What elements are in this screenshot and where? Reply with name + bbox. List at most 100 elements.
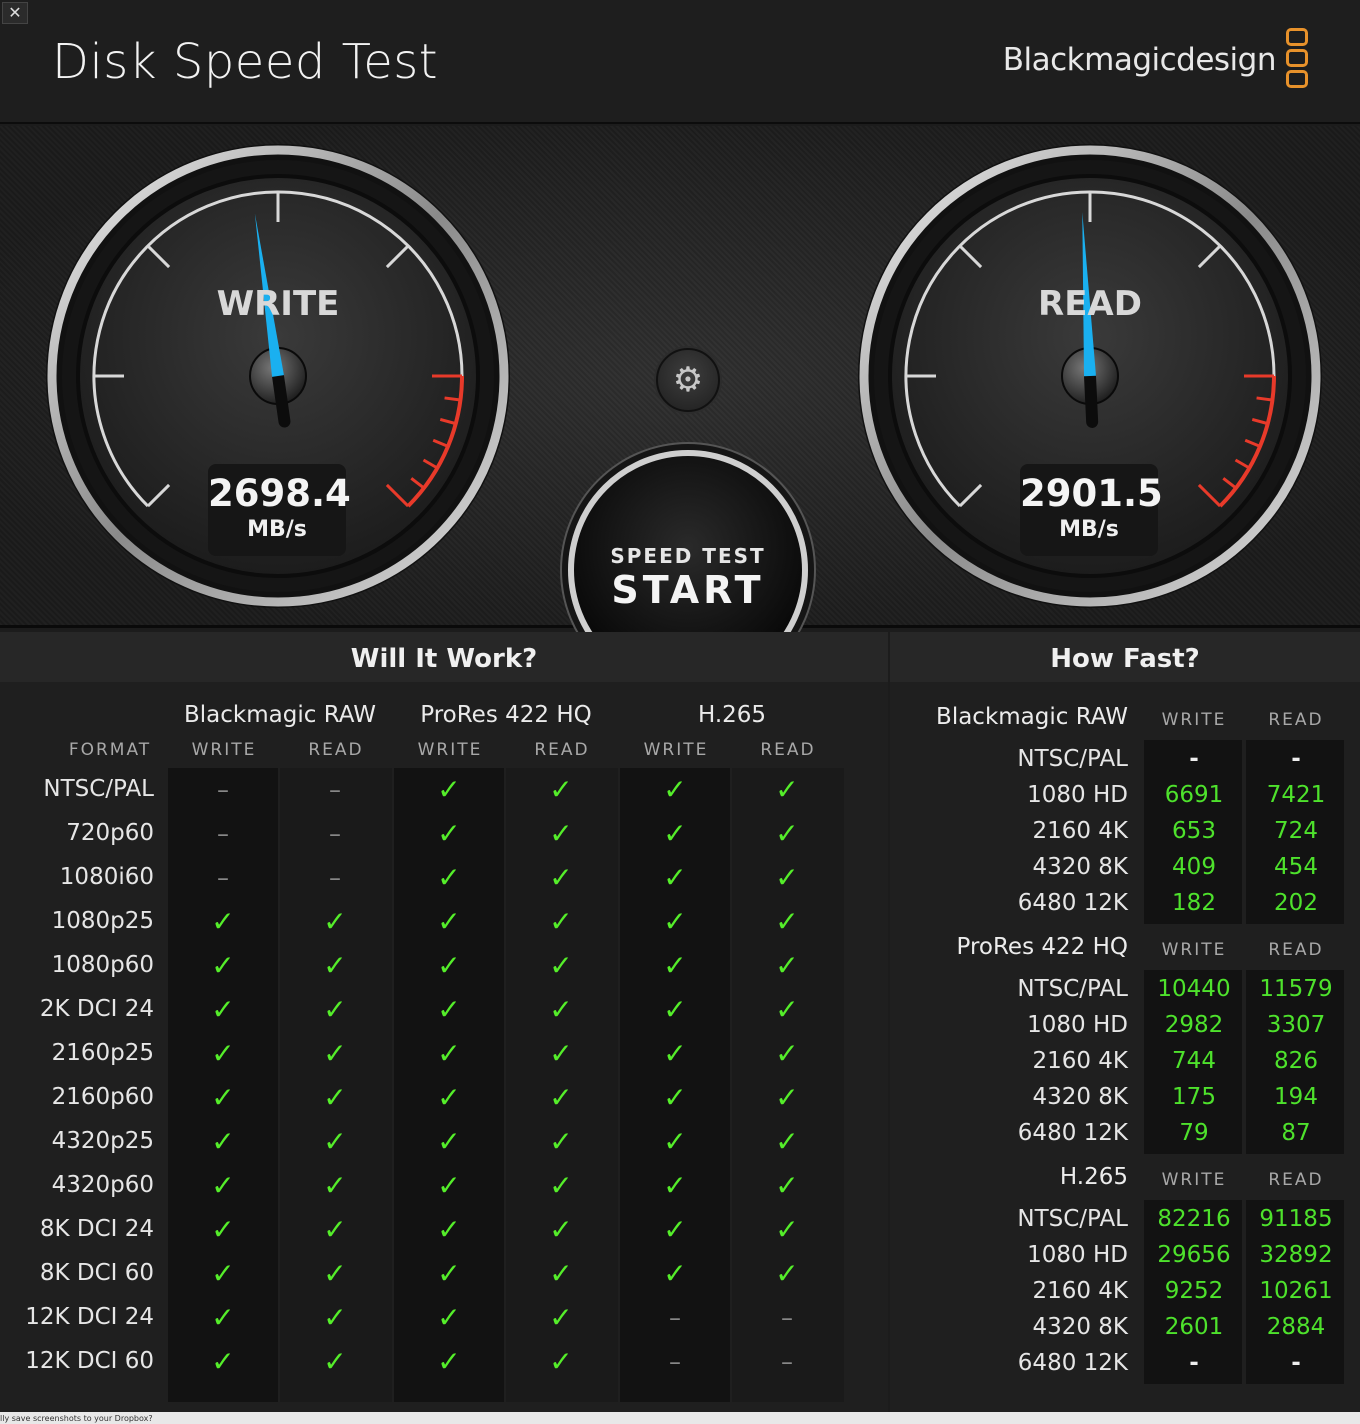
- write-fps-value: 2982: [1164, 1012, 1224, 1038]
- write-fps-value: 744: [1172, 1048, 1216, 1074]
- format-subheader: FORMAT: [68, 740, 152, 760]
- how-fast-row-label: 1080 HD: [1027, 1012, 1128, 1038]
- check-icon: ✓: [775, 1081, 799, 1114]
- check-icon: ✓: [663, 905, 687, 938]
- format-row-label: 2160p25: [51, 1040, 154, 1066]
- check-icon: ✓: [211, 949, 235, 982]
- write-fps-value: 175: [1172, 1084, 1216, 1110]
- check-icon: ✓: [663, 1081, 687, 1114]
- how-fast-row-label: 6480 12K: [1017, 890, 1128, 916]
- will-it-work-title: Will It Work?: [0, 632, 888, 682]
- how-fast-title: How Fast?: [890, 632, 1360, 682]
- check-icon: ✓: [211, 1257, 235, 1290]
- check-icon: ✓: [323, 1213, 347, 1246]
- write-needle-tail: [272, 370, 291, 428]
- settings-button[interactable]: ⚙: [656, 348, 720, 412]
- write-minor-tick: [444, 396, 461, 402]
- read-speed-unit: MB/s: [1059, 517, 1119, 542]
- app-title: Disk Speed Test: [52, 34, 439, 90]
- read-fps-value: 87: [1281, 1120, 1311, 1146]
- unsupported-dash-icon: –: [329, 820, 341, 848]
- check-icon: ✓: [211, 1169, 235, 1202]
- format-row-label: 1080i60: [59, 864, 154, 890]
- check-icon: ✓: [211, 1081, 235, 1114]
- write-gauge: WRITE 2698.4 MB/s: [44, 142, 512, 610]
- how-fast-codec-header: H.265: [1059, 1164, 1128, 1190]
- unsupported-dash-icon: –: [329, 864, 341, 892]
- read-fps-value: 3307: [1266, 1012, 1326, 1038]
- how-fast-row-label: 6480 12K: [1017, 1120, 1128, 1146]
- check-icon: ✓: [437, 1037, 461, 1070]
- read-fps-value: 7421: [1266, 782, 1326, 808]
- check-icon: ✓: [775, 993, 799, 1026]
- check-icon: ✓: [437, 1213, 461, 1246]
- check-icon: ✓: [775, 1125, 799, 1158]
- write-subheader: WRITE: [191, 740, 257, 760]
- unsupported-dash-icon: –: [669, 1348, 681, 1376]
- gear-icon: ⚙: [672, 360, 704, 400]
- format-row-label: 8K DCI 60: [39, 1260, 154, 1286]
- read-fps-value: 10261: [1259, 1278, 1333, 1304]
- check-icon: ✓: [663, 1037, 687, 1070]
- check-icon: ✓: [663, 1257, 687, 1290]
- format-row-label: 1080p60: [51, 952, 154, 978]
- check-icon: ✓: [437, 1257, 461, 1290]
- read-gauge-label: READ: [1038, 284, 1142, 324]
- check-icon: ✓: [663, 993, 687, 1026]
- check-icon: ✓: [549, 1125, 573, 1158]
- check-icon: ✓: [323, 993, 347, 1026]
- close-button[interactable]: ✕: [2, 2, 28, 24]
- unsupported-dash-icon: –: [217, 820, 229, 848]
- check-icon: ✓: [437, 905, 461, 938]
- blackmagic-logo-icon: [1286, 28, 1308, 91]
- check-icon: ✓: [437, 949, 461, 982]
- how-fast-row-label: 6480 12K: [1017, 1350, 1128, 1376]
- check-icon: ✓: [211, 1125, 235, 1158]
- how-fast-row-label: 2160 4K: [1032, 818, 1128, 844]
- write-subheader: WRITE: [643, 740, 709, 760]
- format-row-label: 2160p60: [51, 1084, 154, 1110]
- read-subheader: READ: [308, 740, 364, 760]
- how-fast-row-label: NTSC/PAL: [1017, 976, 1128, 1002]
- check-icon: ✓: [663, 861, 687, 894]
- close-icon: ✕: [8, 3, 22, 22]
- write-fps-value: -: [1189, 1350, 1199, 1376]
- read-fps-value: 454: [1274, 854, 1318, 880]
- codec-header: Blackmagic RAW: [184, 702, 376, 728]
- check-icon: ✓: [775, 905, 799, 938]
- check-icon: ✓: [437, 861, 461, 894]
- how-fast-row-label: NTSC/PAL: [1017, 746, 1128, 772]
- codec-header: H.265: [697, 702, 767, 728]
- check-icon: ✓: [549, 1169, 573, 1202]
- read-gauge: READ 2901.5 MB/s: [856, 142, 1324, 610]
- check-icon: ✓: [211, 905, 235, 938]
- check-icon: ✓: [775, 861, 799, 894]
- format-row-label: 4320p25: [51, 1128, 154, 1154]
- check-icon: ✓: [663, 1169, 687, 1202]
- how-fast-row-label: 2160 4K: [1032, 1048, 1128, 1074]
- read-fps-value: 91185: [1259, 1206, 1333, 1232]
- check-icon: ✓: [775, 1213, 799, 1246]
- how-fast-codec-header: Blackmagic RAW: [936, 704, 1128, 730]
- format-row-label: NTSC/PAL: [43, 776, 154, 802]
- check-icon: ✓: [211, 1301, 235, 1334]
- check-icon: ✓: [437, 773, 461, 806]
- how-fast-row-label: 4320 8K: [1032, 1314, 1128, 1340]
- check-icon: ✓: [323, 905, 347, 938]
- format-row-label: 12K DCI 24: [25, 1304, 154, 1330]
- brand-name: Blackmagicdesign: [1002, 42, 1277, 78]
- check-icon: ✓: [323, 1037, 347, 1070]
- check-icon: ✓: [549, 817, 573, 850]
- write-subheader: WRITE: [417, 740, 483, 760]
- check-icon: ✓: [549, 905, 573, 938]
- read-subheader: READ: [1268, 710, 1324, 730]
- write-speed-value: 2698.4: [208, 472, 351, 515]
- codec-header: ProRes 422 HQ: [420, 702, 592, 728]
- write-speed-unit: MB/s: [247, 517, 307, 542]
- check-icon: ✓: [549, 1213, 573, 1246]
- write-fps-value: 29656: [1157, 1242, 1231, 1268]
- check-icon: ✓: [663, 949, 687, 982]
- check-icon: ✓: [663, 773, 687, 806]
- write-subheader: WRITE: [1161, 1170, 1227, 1190]
- gauge-panel: WRITE 2698.4 MB/s ⚙ SPEED TEST START REA…: [0, 126, 1360, 690]
